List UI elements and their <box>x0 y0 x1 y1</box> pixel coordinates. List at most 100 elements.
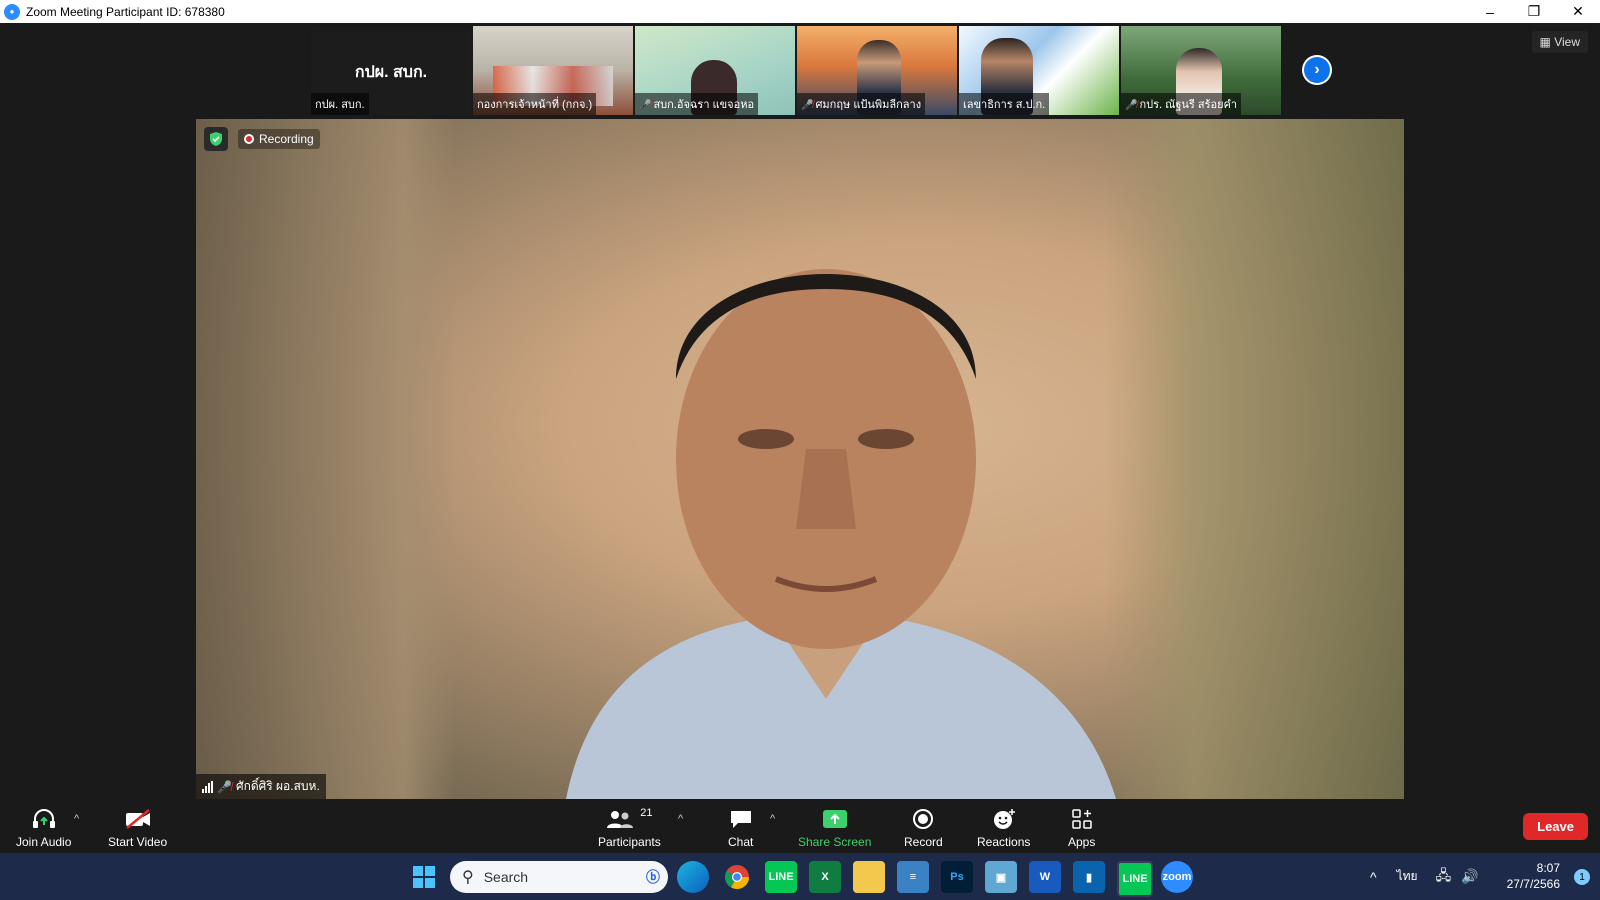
recording-dot-icon <box>244 134 254 144</box>
participant-name: เลขาธิการ ส.ป.ก. <box>959 93 1050 115</box>
line-active-icon[interactable]: LINE <box>1117 861 1153 897</box>
grid-icon: ▦ <box>1539 35 1555 49</box>
participants-button[interactable]: 21 Participants <box>598 807 661 849</box>
zoom-app-icon: ● <box>4 3 20 20</box>
meeting-controls: Join Audio ^ Start Video 21 Participants… <box>0 803 1600 853</box>
apps-button[interactable]: Apps <box>1068 807 1095 849</box>
zoom-taskbar-icon[interactable]: zoom <box>1161 861 1193 893</box>
clock-date: 27/7/2566 <box>1506 877 1560 891</box>
participant-name-text: ศมกฤษ แป้นพิมลีกลาง <box>815 99 922 111</box>
taskbar-clock[interactable]: 8:07 27/7/2566 <box>1507 860 1560 892</box>
reactions-button[interactable]: Reactions <box>977 807 1030 849</box>
chevron-right-icon: › <box>1304 57 1330 83</box>
minimize-button[interactable]: – <box>1468 0 1512 23</box>
record-label: Record <box>904 835 943 849</box>
share-screen-button[interactable]: Share Screen <box>798 807 871 849</box>
close-button[interactable]: ✕ <box>1556 0 1600 23</box>
participant-name-text: สบก.อัจฉรา แขจอหอ <box>653 99 755 111</box>
network-icon[interactable]: 🖧 <box>1436 865 1452 889</box>
window-app-icon[interactable]: ▮ <box>1073 861 1105 893</box>
leave-button[interactable]: Leave <box>1523 813 1588 840</box>
line-icon[interactable]: LINE <box>765 861 797 893</box>
record-icon <box>912 807 934 831</box>
meeting-stage: กปผ. สบก. กปผ. สบก. กองการเจ้าหน้าที่ (ก… <box>0 23 1600 803</box>
speaker-name-tag: 🎤̸ ศักดิ์ศิริ ผอ.สบห. <box>196 774 326 799</box>
speaker-name: ศักดิ์ศิริ ผอ.สบห. <box>235 779 320 793</box>
participant-tile[interactable]: เลขาธิการ ส.ป.ก. <box>959 26 1119 115</box>
shield-icon-svg <box>210 132 222 146</box>
record-button[interactable]: Record <box>904 807 943 849</box>
search-placeholder: Search <box>483 869 529 885</box>
window-titlebar: ● Zoom Meeting Participant ID: 678380 – … <box>0 0 1600 23</box>
gallery-strip: กปผ. สบก. กปผ. สบก. กองการเจ้าหน้าที่ (ก… <box>311 26 1281 115</box>
participant-name: กปผ. สบก. <box>311 93 369 115</box>
active-speaker-video: Recording 🎤̸ ศักดิ์ศิริ ผอ.สบห. <box>196 119 1404 799</box>
photoshop-icon[interactable]: Ps <box>941 861 973 893</box>
volume-icon[interactable]: 🔊 <box>1461 868 1478 885</box>
signal-strength-icon <box>202 780 213 793</box>
participant-name-text: เลขาธิการ ส.ป.ก. <box>963 99 1046 111</box>
background-right <box>1104 119 1404 799</box>
notification-badge[interactable]: 1 <box>1574 869 1590 885</box>
chat-options-caret[interactable]: ^ <box>770 813 775 825</box>
view-label: View <box>1554 35 1580 49</box>
search-icon: ⚲ <box>462 869 474 886</box>
participant-tile[interactable]: 🎤̸ สบก.อัจฉรา แขจอหอ <box>635 26 795 115</box>
mic-muted-icon: 🎤̸ <box>639 100 652 111</box>
participant-tile[interactable]: 🎤̸ ศมกฤษ แป้นพิมลีกลาง <box>797 26 957 115</box>
input-language[interactable]: ไทย <box>1397 867 1418 886</box>
mic-muted-icon: 🎤̸ <box>801 100 814 111</box>
meeting-status-badges: Recording <box>204 127 320 151</box>
participant-tile[interactable]: กองการเจ้าหน้าที่ (กกจ.) <box>473 26 633 115</box>
maximize-button[interactable]: ❐ <box>1512 0 1556 23</box>
participant-name: กองการเจ้าหน้าที่ (กกจ.) <box>473 93 597 115</box>
share-screen-icon <box>822 807 848 831</box>
bing-icon: ⓑ <box>646 869 660 885</box>
participant-tile[interactable]: กปผ. สบก. กปผ. สบก. <box>311 26 471 115</box>
chrome-icon[interactable] <box>721 861 753 893</box>
participants-options-caret[interactable]: ^ <box>678 813 683 825</box>
control-panel-icon[interactable]: ▣ <box>985 861 1017 893</box>
recording-indicator[interactable]: Recording <box>238 129 320 149</box>
windows-taskbar: ⚲ Search ⓑ LINE X ≡ Ps ▣ W ▮ LINE zoom ^… <box>0 853 1600 900</box>
chat-icon <box>729 807 753 831</box>
participant-name-text: กปผ. สบก. <box>315 99 365 111</box>
audio-options-caret[interactable]: ^ <box>74 813 79 825</box>
apps-icon <box>1071 807 1093 831</box>
excel-icon[interactable]: X <box>809 861 841 893</box>
participants-icon: 21 <box>606 807 652 831</box>
join-audio-label: Join Audio <box>16 835 72 849</box>
participants-label: Participants <box>598 835 661 849</box>
mic-muted-icon: 🎤̸ <box>1125 100 1138 111</box>
chat-button[interactable]: Chat <box>728 807 753 849</box>
window-title: Zoom Meeting Participant ID: 678380 <box>26 4 225 19</box>
view-button[interactable]: ▦ View <box>1531 31 1588 53</box>
headphones-icon <box>31 807 57 831</box>
edge-icon[interactable] <box>677 861 709 893</box>
start-video-label: Start Video <box>108 835 168 849</box>
participant-name: 🎤̸ ศมกฤษ แป้นพิมลีกลาง <box>797 93 926 115</box>
file-explorer-icon[interactable] <box>853 861 885 893</box>
participants-count: 21 <box>640 807 653 819</box>
participant-name: 🎤̸ กปร. ณัฐนรี สร้อยคำ <box>1121 93 1242 115</box>
windows-start-icon[interactable] <box>408 861 440 893</box>
background-left <box>196 119 456 799</box>
participant-initial-text: กปผ. สบก. <box>354 64 428 81</box>
recording-label: Recording <box>259 132 314 146</box>
taskbar-search[interactable]: ⚲ Search ⓑ <box>450 861 668 893</box>
notepad-icon[interactable]: ≡ <box>897 861 929 893</box>
security-shield-icon[interactable] <box>204 127 228 151</box>
system-tray: ^ ไทย 🖧 🔊 <box>1370 853 1479 900</box>
clock-time: 8:07 <box>1536 861 1560 875</box>
word-icon[interactable]: W <box>1029 861 1061 893</box>
tray-expand-icon[interactable]: ^ <box>1370 869 1377 885</box>
join-audio-button[interactable]: Join Audio <box>16 807 71 849</box>
reactions-icon <box>992 807 1016 831</box>
video-off-icon <box>124 807 152 831</box>
participant-name-text: กองการเจ้าหน้าที่ (กกจ.) <box>477 99 593 111</box>
chat-label: Chat <box>728 835 754 849</box>
participant-name: 🎤̸ สบก.อัจฉรา แขจอหอ <box>635 93 759 115</box>
gallery-next-button[interactable]: › <box>1302 55 1332 85</box>
start-video-button[interactable]: Start Video <box>108 807 167 849</box>
participant-tile[interactable]: 🎤̸ กปร. ณัฐนรี สร้อยคำ <box>1121 26 1281 115</box>
